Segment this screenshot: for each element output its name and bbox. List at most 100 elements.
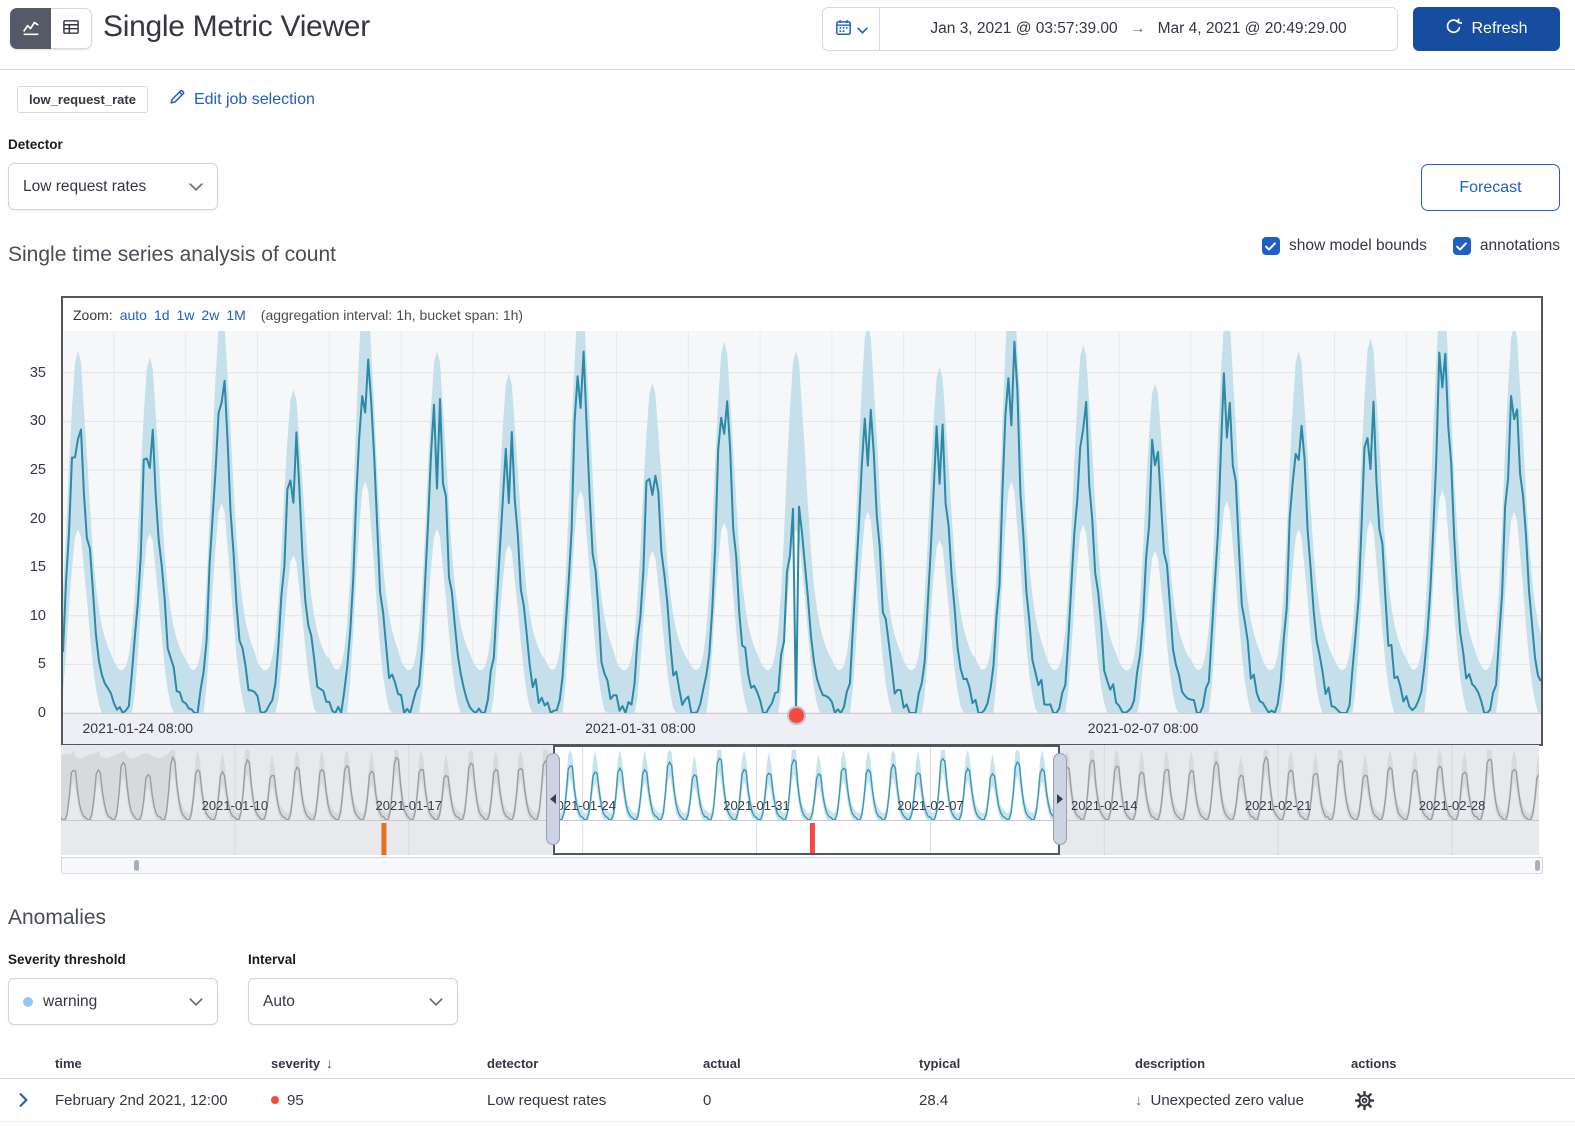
y-axis-tick-15: 15 <box>2 559 46 575</box>
column-header-severity[interactable]: severity↓ <box>263 1056 479 1071</box>
edit-job-selection-label: Edit job selection <box>194 91 315 109</box>
context-chart[interactable]: 2021-01-102021-01-172021-01-242021-01-31… <box>61 745 1543 855</box>
y-axis: 05101520253035 <box>0 331 50 726</box>
triangle-right-icon <box>1057 794 1063 804</box>
scroll-handle-left[interactable] <box>134 860 139 871</box>
context-axis-label: 2021-01-17 <box>376 798 443 813</box>
anomaly-description-cell: ↓ Unexpected zero value <box>1127 1092 1343 1109</box>
interval-select[interactable]: Auto <box>248 978 458 1025</box>
triangle-left-icon <box>550 794 556 804</box>
chart-options: show model bounds annotations <box>1262 237 1560 255</box>
edit-job-selection-link[interactable]: Edit job selection <box>168 88 315 111</box>
zoom-controls: Zoom:auto1d1w2w1M(aggregation interval: … <box>63 298 1541 331</box>
checkbox-checked-icon <box>1262 237 1280 255</box>
x-axis-tick: 2021-01-24 08:00 <box>83 720 194 736</box>
context-axis-label: 2021-02-21 <box>1245 798 1312 813</box>
table-view-button[interactable] <box>51 8 92 49</box>
zoom-link-1d[interactable]: 1d <box>154 307 170 323</box>
anomaly-detector-cell: Low request rates <box>479 1092 695 1109</box>
anomaly-severity-cell: 95 <box>263 1092 479 1109</box>
zoom-link-2w[interactable]: 2w <box>201 307 219 323</box>
app-header: Single Metric Viewer Jan 3, 2021 @ 03:57… <box>0 0 1575 70</box>
y-axis-tick-10: 10 <box>2 608 46 624</box>
severity-threshold-label: Severity threshold <box>8 952 126 967</box>
column-header-detector[interactable]: detector <box>479 1056 695 1071</box>
zoom-link-1M[interactable]: 1M <box>226 307 245 323</box>
x-axis-tick: 2021-01-31 08:00 <box>585 720 696 736</box>
refresh-icon <box>1445 18 1462 40</box>
time-series-svg <box>63 331 1541 713</box>
brush-handle-left[interactable] <box>546 753 560 845</box>
job-selection-bar: low_request_rate Edit job selection <box>17 86 315 113</box>
zoom-label: Zoom: <box>73 307 113 323</box>
y-axis-tick-35: 35 <box>2 365 46 381</box>
actions-gear-button[interactable] <box>1355 1091 1374 1110</box>
expand-row-button[interactable] <box>0 1093 47 1107</box>
zoom-link-1w[interactable]: 1w <box>177 307 195 323</box>
detector-select[interactable]: Low request rates <box>8 163 218 210</box>
end-date[interactable]: Mar 4, 2021 @ 20:49:29.00 <box>1158 20 1347 38</box>
anomaly-time-cell: February 2nd 2021, 12:00 <box>47 1092 263 1109</box>
context-axis-label: 2021-01-10 <box>202 798 269 813</box>
refresh-label: Refresh <box>1471 20 1527 38</box>
warning-annotation-marker <box>381 823 386 855</box>
quick-select-button[interactable] <box>823 8 880 50</box>
chevron-down-icon <box>429 993 443 1011</box>
detector-label: Detector <box>8 137 63 152</box>
chart-view-button[interactable] <box>10 8 51 49</box>
interval-select-value: Auto <box>263 993 295 1011</box>
page-title: Single Metric Viewer <box>103 10 370 44</box>
date-range-picker: Jan 3, 2021 @ 03:57:39.00 → Mar 4, 2021 … <box>822 7 1398 51</box>
anomaly-actions-cell <box>1343 1091 1575 1110</box>
start-date[interactable]: Jan 3, 2021 @ 03:57:39.00 <box>930 20 1117 38</box>
context-axis-label: 2021-02-14 <box>1071 798 1138 813</box>
scroll-handle-right[interactable] <box>1535 860 1540 871</box>
severity-threshold-select[interactable]: warning <box>8 978 218 1025</box>
y-axis-tick-20: 20 <box>2 511 46 527</box>
chart-plot-area[interactable] <box>63 331 1541 713</box>
context-axis-label: 2021-02-07 <box>897 798 964 813</box>
anomaly-actual-cell: 0 <box>695 1092 911 1109</box>
down-arrow-icon: ↓ <box>1135 1092 1143 1109</box>
job-badge[interactable]: low_request_rate <box>17 86 148 113</box>
y-axis-tick-5: 5 <box>2 656 46 672</box>
checkbox-annotations[interactable]: annotations <box>1453 237 1560 255</box>
severity-select-value: warning <box>43 993 97 1011</box>
chevron-right-icon <box>18 1093 29 1107</box>
context-axis-label: 2021-02-28 <box>1419 798 1486 813</box>
anomaly-table-row[interactable]: February 2nd 2021, 12:00 95 Low request … <box>0 1079 1575 1122</box>
date-range-display[interactable]: Jan 3, 2021 @ 03:57:39.00 → Mar 4, 2021 … <box>880 8 1397 50</box>
line-chart-icon <box>22 18 40 39</box>
zoom-link-auto[interactable]: auto <box>120 307 147 323</box>
checkbox-label: annotations <box>1480 237 1560 255</box>
y-axis-tick-0: 0 <box>2 705 46 721</box>
range-arrow: → <box>1130 20 1146 38</box>
series-heading: Single time series analysis of count <box>8 243 336 267</box>
column-header-actions[interactable]: actions <box>1343 1056 1575 1071</box>
critical-severity-dot <box>271 1096 279 1104</box>
anomalies-table-header: timeseverity↓detectoractualtypicaldescri… <box>0 1048 1575 1079</box>
column-header-typical[interactable]: typical <box>911 1056 1127 1071</box>
chevron-down-icon <box>189 993 203 1011</box>
main-time-series-chart[interactable]: Zoom:auto1d1w2w1M(aggregation interval: … <box>61 296 1543 746</box>
refresh-button[interactable]: Refresh <box>1413 7 1560 51</box>
anomaly-typical-cell: 28.4 <box>911 1092 1127 1109</box>
checkbox-show-model-bounds[interactable]: show model bounds <box>1262 237 1427 255</box>
column-header-actual[interactable]: actual <box>695 1056 911 1071</box>
anomaly-marker-dot[interactable] <box>787 706 806 725</box>
anomalies-table: timeseverity↓detectoractualtypicaldescri… <box>0 1048 1575 1122</box>
x-axis-tick: 2021-02-07 08:00 <box>1088 720 1199 736</box>
data-table-icon <box>62 18 80 39</box>
context-scrollbar[interactable] <box>61 857 1543 874</box>
warning-severity-dot <box>23 997 33 1007</box>
column-header-time[interactable]: time <box>47 1056 263 1071</box>
column-header-description[interactable]: description <box>1127 1056 1343 1071</box>
forecast-button[interactable]: Forecast <box>1421 164 1560 211</box>
anomaly-description: Unexpected zero value <box>1151 1092 1304 1109</box>
context-axis-label: 2021-01-31 <box>723 798 790 813</box>
brush-handle-right[interactable] <box>1053 753 1067 845</box>
pencil-icon <box>168 88 186 111</box>
checkbox-checked-icon <box>1453 237 1471 255</box>
critical-anomaly-marker <box>810 823 815 855</box>
calendar-icon <box>835 19 852 39</box>
